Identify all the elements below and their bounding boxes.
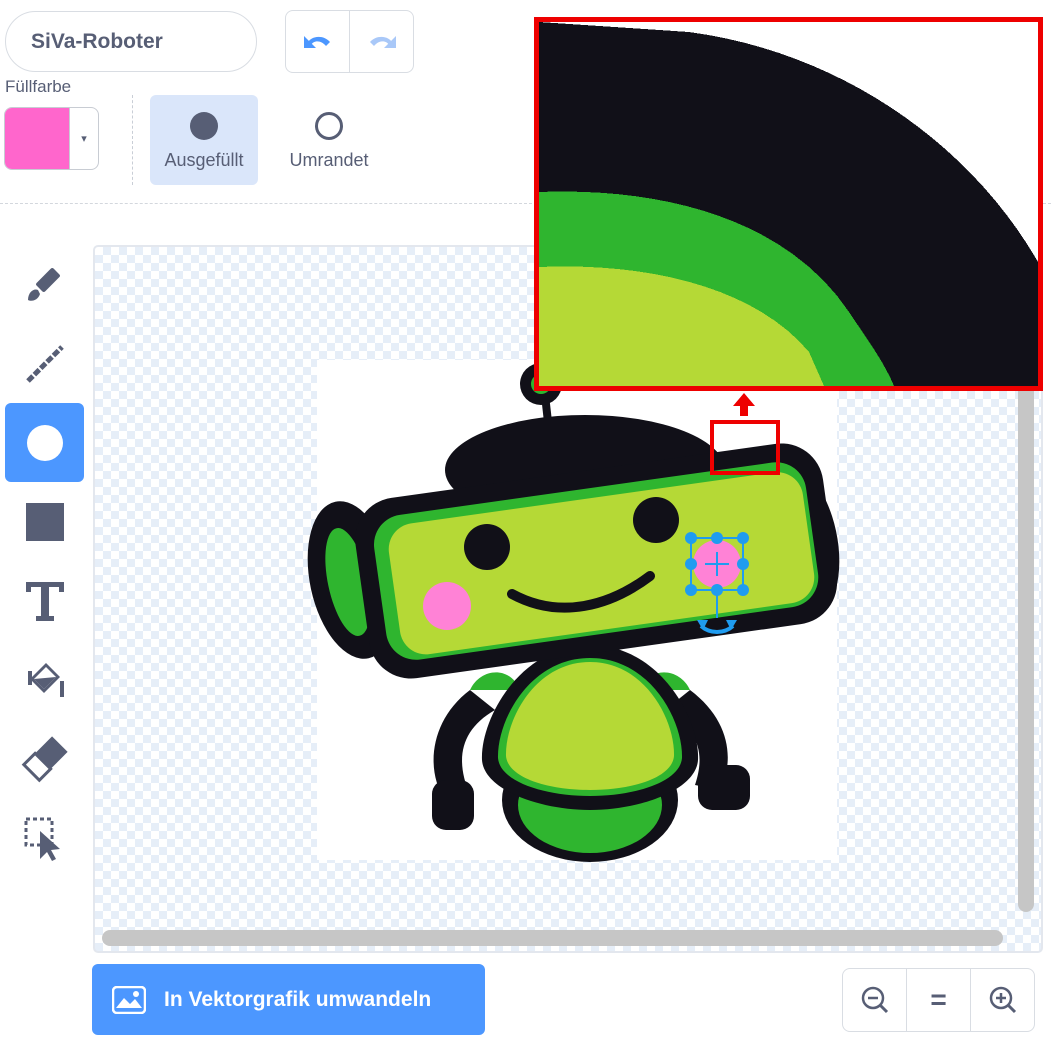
zoom-out-icon [861, 986, 888, 1014]
zoom-reset-label: = [930, 984, 947, 1015]
inset-pointer-arrow [733, 393, 755, 416]
zoom-reset-button[interactable]: = [906, 969, 970, 1031]
image-icon [112, 985, 146, 1014]
zoom-in-icon [989, 986, 1016, 1014]
zoom-in-button[interactable] [970, 969, 1034, 1031]
zoom-out-button[interactable] [843, 969, 906, 1031]
convert-to-vector-button[interactable]: In Vektorgrafik umwandeln [92, 964, 485, 1035]
convert-button-label: In Vektorgrafik umwandeln [164, 987, 432, 1011]
zoom-source-highlight [710, 420, 780, 475]
zoom-controls: = [842, 968, 1035, 1032]
